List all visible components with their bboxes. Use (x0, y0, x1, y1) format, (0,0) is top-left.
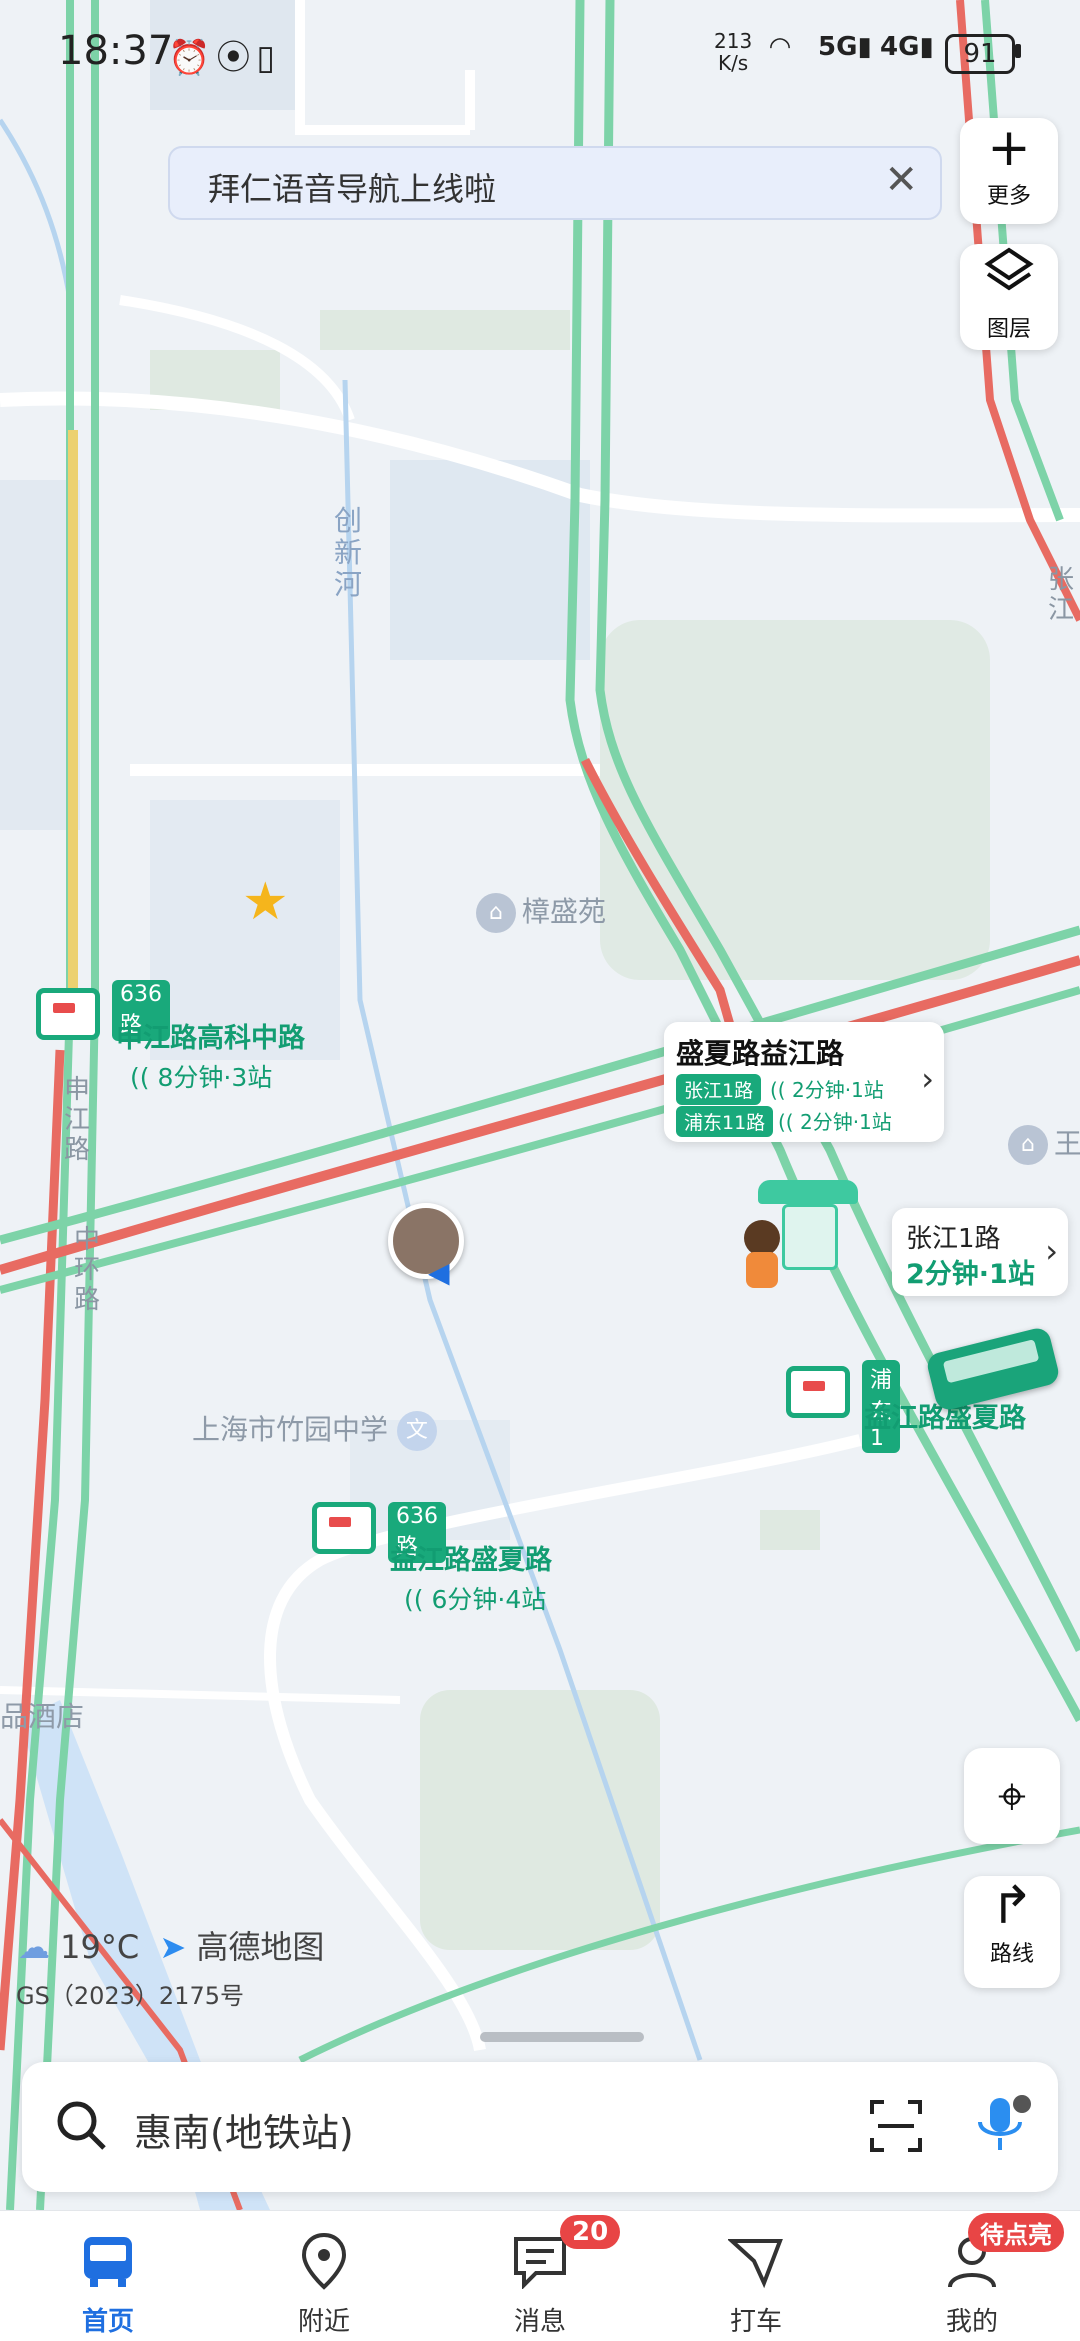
message-icon (514, 2237, 566, 2289)
battery-indicator: 91 (945, 34, 1015, 74)
location-pin-icon (301, 2232, 347, 2290)
road-label-zhonghuan: 中 环 路 (74, 1225, 101, 1315)
favorite-star-icon[interactable]: ★ (242, 872, 289, 932)
layers-icon (960, 244, 1058, 311)
layers-button[interactable]: 图层 (960, 244, 1058, 350)
callout-eta: 2分钟·1站 (906, 1259, 1035, 1290)
locate-button[interactable]: ⌖ (964, 1748, 1060, 1844)
wifi-icon: ◠ (770, 32, 790, 62)
poi-wang[interactable]: ⌂ 王 (1008, 1122, 1080, 1165)
drag-handle[interactable] (480, 2032, 644, 2042)
battery-tip (1015, 44, 1021, 58)
amap-logo-icon: ➤ (159, 1928, 187, 1966)
building-icon: ⌂ (1008, 1125, 1048, 1165)
tab-messages[interactable]: 20 消息 (432, 2211, 648, 2341)
chevron-right-icon: › (921, 1060, 934, 1098)
microphone-icon[interactable] (972, 2092, 1032, 2158)
callout-route: 张江1路 (906, 1224, 1001, 1254)
voice-nav-banner[interactable]: 拜仁语音导航上线啦 ✕ (168, 146, 942, 220)
status-time: 18:37 (58, 28, 174, 74)
crosshair-icon: ⌖ (997, 1767, 1027, 1825)
stop-eta: (( 6分钟·4站 (404, 1585, 547, 1614)
more-button[interactable]: + 更多 (960, 118, 1058, 224)
poi-zhangshengyuan[interactable]: ⌂ 樟盛苑 (476, 890, 606, 933)
person-icon (744, 1220, 780, 1256)
building-icon: ⌂ (476, 893, 516, 933)
arrival-callout[interactable]: 张江1路 2分钟·1站 › (892, 1208, 1068, 1296)
road-label-shenjiang: 申 江 路 (64, 1075, 91, 1165)
status-alarm-location-vibrate-icons: ⏰⦿▯ (168, 38, 282, 78)
bus-station-icon[interactable] (758, 1180, 858, 1204)
signal-5g: 5G▮ (818, 32, 872, 62)
map-license: GS（2023）2175号 (16, 1982, 244, 2010)
road-label-zhangjiang: 张 江 (1048, 565, 1075, 625)
bottom-tab-bar: 首页 附近 20 消息 打车 待点亮 我的 (0, 2210, 1080, 2341)
bus-icon (84, 2237, 132, 2287)
chevron-right-icon: › (1045, 1232, 1058, 1270)
search-icon (57, 2101, 106, 2150)
stop-eta: (( 8分钟·3站 (130, 1063, 273, 1092)
bus-stop-icon (786, 1366, 850, 1418)
signal-4g: 4G▮ (880, 32, 934, 62)
poi-hotel[interactable]: 品酒店 (0, 1695, 84, 1735)
stop-name: 益江路盛夏路 (390, 1545, 552, 1576)
search-bar[interactable]: 惠南(地铁站) (22, 2062, 1058, 2192)
route-eta: (( 2分钟·1站 (770, 1078, 884, 1102)
heading-arrow-icon: ◀ (428, 1256, 450, 1289)
route-badge: 张江1路 (676, 1074, 762, 1105)
net-speed: 213 K/s (714, 29, 753, 75)
stop-name: 申江路高科中路 (116, 1023, 305, 1054)
message-count-badge: 20 (560, 2215, 621, 2249)
tab-profile[interactable]: 待点亮 我的 (864, 2211, 1080, 2341)
user-location-avatar[interactable] (388, 1203, 464, 1279)
plus-icon: + (987, 118, 1031, 178)
status-bar: 18:37 ⏰⦿▯ 213 K/s ◠ 5G▮ 4G▮ 91 (0, 0, 1080, 105)
taxi-arrow-icon (728, 2239, 783, 2289)
bus-shelter (782, 1204, 838, 1270)
person-body (746, 1252, 778, 1288)
tab-taxi[interactable]: 打车 (648, 2211, 864, 2341)
tab-home[interactable]: 首页 (0, 2211, 216, 2341)
callout-title: 盛夏路益江路 (676, 1037, 845, 1070)
route-button[interactable]: ↱ 路线 (964, 1876, 1060, 1988)
tab-nearby[interactable]: 附近 (216, 2211, 432, 2341)
bus-stop-icon (36, 988, 100, 1040)
route-eta: (( 2分钟·1站 (778, 1110, 892, 1134)
poi-school[interactable]: 上海市竹园中学 文 (192, 1408, 443, 1451)
river-label: 创 新 河 (334, 504, 363, 601)
rain-cloud-icon: ☁ (18, 1928, 50, 1966)
banner-text: 拜仁语音导航上线啦 (208, 170, 497, 208)
school-icon: 文 (396, 1411, 437, 1451)
scan-icon[interactable] (868, 2098, 924, 2154)
search-input[interactable]: 惠南(地铁站) (134, 2102, 354, 2157)
route-arrow-icon: ↱ (990, 1876, 1034, 1936)
stop-info-callout[interactable]: 盛夏路益江路 张江1路 (( 2分钟·1站 浦东11路 (( 2分钟·1站 › (664, 1022, 944, 1142)
route-badge: 浦东11路 (676, 1106, 774, 1137)
close-icon[interactable]: ✕ (884, 160, 918, 200)
pending-badge: 待点亮 (968, 2213, 1064, 2252)
weather-info: ☁ 19°C ➤ 高德地图 (18, 1928, 325, 1966)
bus-stop-icon (312, 1502, 376, 1554)
